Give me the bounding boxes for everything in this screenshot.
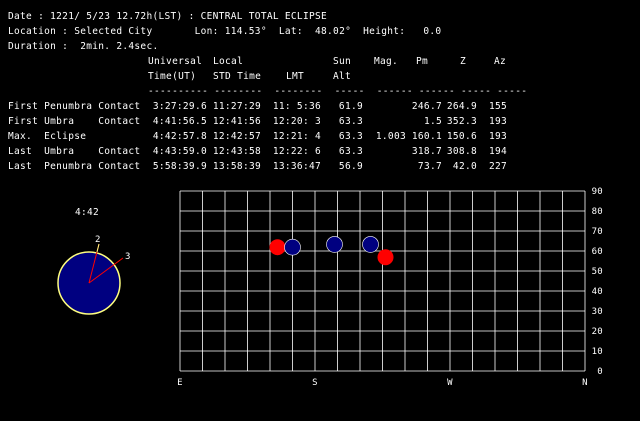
x-tick-label: W xyxy=(447,378,453,388)
y-tick-label: 80 xyxy=(592,207,603,217)
contact-tick-2 xyxy=(96,243,100,253)
sun-position-point xyxy=(377,249,394,266)
y-tick-label: 40 xyxy=(592,287,603,297)
sun-disk-view: 2 3 xyxy=(57,235,131,315)
sun-position-point xyxy=(326,236,343,253)
x-tick-label: N xyxy=(582,378,588,388)
y-tick-label: 20 xyxy=(592,327,603,337)
y-tick-label: 90 xyxy=(592,187,603,197)
sun-position-point xyxy=(269,239,286,256)
y-tick-label: 70 xyxy=(592,227,603,237)
y-tick-label: 30 xyxy=(592,307,603,317)
y-tick-label: 10 xyxy=(592,347,603,357)
x-tick-label: S xyxy=(312,378,318,388)
y-tick-label: 60 xyxy=(592,247,603,257)
y-tick-label: 0 xyxy=(597,367,603,377)
x-tick-label: E xyxy=(177,378,183,388)
contact-label-3: 3 xyxy=(125,252,131,262)
sky-chart: 0 10 20 30 40 50 60 70 80 90 E S W N xyxy=(177,187,603,388)
eclipse-graphics: 2 3 0 10 20 30 40 50 60 70 80 90 E S W N xyxy=(57,187,603,388)
sun-position-point xyxy=(362,236,379,253)
y-tick-label: 50 xyxy=(592,267,603,277)
contact-label-2: 2 xyxy=(95,235,101,245)
sun-position-point xyxy=(284,238,301,256)
